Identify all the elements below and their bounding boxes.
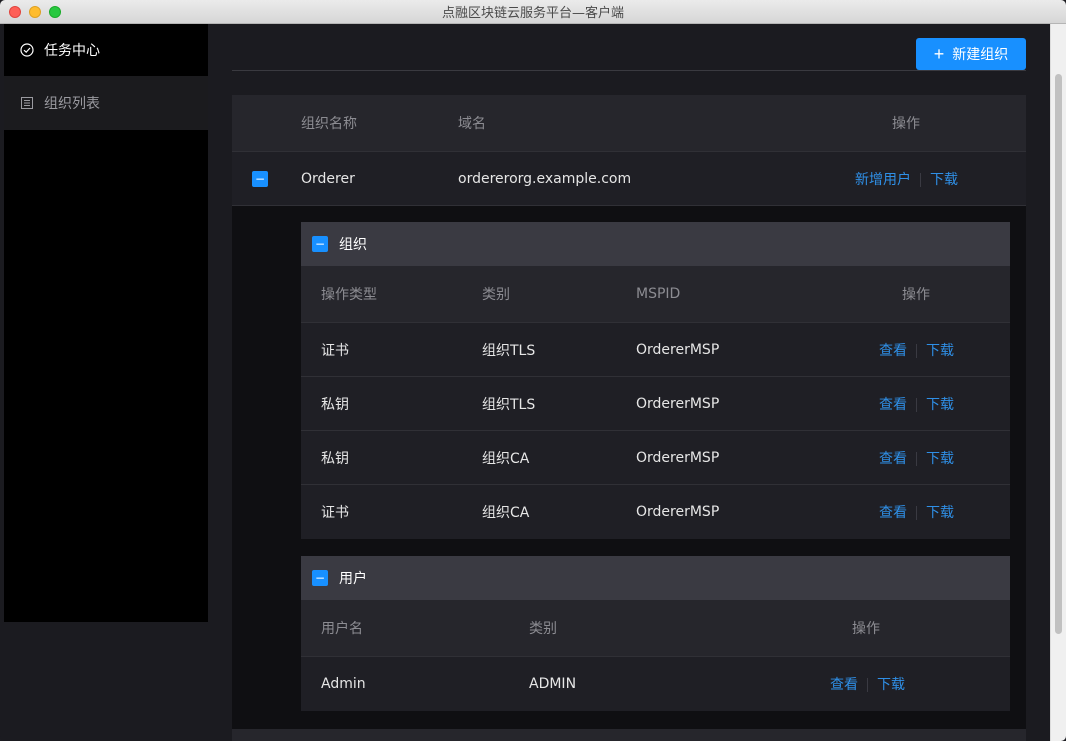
divider	[920, 172, 921, 187]
window-title: 点融区块链云服务平台—客户端	[441, 6, 624, 21]
category: 组织CA	[482, 505, 530, 521]
column-header: MSPID	[636, 286, 681, 302]
expanded-row: − 组织 操作类型 类别 MSPID 操作 证书 组织TLS OrdererMS…	[232, 206, 1026, 741]
sidebar-item-org-list[interactable]: 组织列表	[4, 76, 208, 130]
category: 组织TLS	[482, 342, 536, 359]
scrollbar[interactable]	[1050, 24, 1066, 741]
download-link[interactable]: 下载	[926, 343, 954, 359]
window-controls	[9, 6, 61, 18]
category: 组织TLS	[482, 396, 536, 413]
column-header: 类别	[482, 287, 510, 303]
divider	[916, 343, 917, 358]
table-row: − Orderer ordererorg.example.com 新增用户 下载	[232, 152, 1026, 206]
mspid: OrdererMSP	[636, 341, 720, 358]
sidebar: 任务中心 组织列表	[4, 24, 208, 622]
mspid: OrdererMSP	[636, 504, 720, 520]
user-section-header: − 用户	[301, 556, 1010, 600]
org-section-columns: 操作类型 类别 MSPID 操作	[301, 266, 1010, 323]
section-title: 用户	[339, 571, 367, 587]
column-header: 组织名称	[301, 116, 357, 132]
list-icon	[20, 96, 34, 110]
download-link[interactable]: 下载	[926, 397, 954, 413]
column-header: 域名	[458, 116, 486, 132]
user-section-columns: 用户名 类别 操作	[301, 600, 1010, 657]
new-org-button-label: 新建组织	[952, 46, 1009, 62]
check-circle-icon	[20, 43, 34, 57]
user-section-table: − 用户 用户名 类别 操作 Admin ADMIN 查看 下载	[301, 556, 1010, 711]
section-title: 组织	[339, 237, 367, 253]
org-table-header: 组织名称 域名 操作	[232, 95, 1026, 152]
view-link[interactable]: 查看	[879, 451, 907, 467]
minimize-window-button[interactable]	[29, 6, 41, 18]
divider	[916, 506, 917, 520]
download-link[interactable]: 下载	[930, 172, 958, 188]
divider	[232, 70, 1026, 71]
category: 组织CA	[482, 450, 530, 467]
op-type: 证书	[321, 342, 349, 359]
download-link[interactable]: 下载	[926, 451, 954, 467]
scrollbar-thumb[interactable]	[1055, 74, 1062, 634]
divider	[867, 678, 868, 692]
org-section-header: − 组织	[301, 222, 1010, 266]
column-header: 操作类型	[321, 287, 377, 303]
mspid: OrdererMSP	[636, 395, 720, 412]
table-row: Admin ADMIN 查看 下载	[301, 657, 1010, 711]
download-link[interactable]: 下载	[877, 677, 905, 693]
collapse-section-button[interactable]: −	[312, 570, 328, 586]
add-user-link[interactable]: 新增用户	[855, 172, 911, 188]
table-row: 私钥 组织TLS OrdererMSP 查看 下载	[301, 377, 1010, 431]
op-type: 私钥	[321, 450, 349, 467]
sidebar-item-task-center[interactable]: 任务中心	[4, 24, 208, 76]
column-header: 类别	[529, 621, 557, 637]
sidebar-item-label: 任务中心	[44, 43, 100, 59]
column-header: 操作	[892, 116, 920, 132]
column-header: 操作	[852, 621, 880, 637]
column-header: 用户名	[321, 621, 363, 637]
app-window: 点融区块链云服务平台—客户端 任务中心 组织列表 + 新建组织 组织名称 域名	[0, 0, 1066, 741]
table-row: 证书 组织TLS OrdererMSP 查看 下载	[301, 323, 1010, 377]
category: ADMIN	[529, 676, 577, 692]
view-link[interactable]: 查看	[879, 397, 907, 413]
username: Admin	[321, 676, 366, 692]
org-domain: ordererorg.example.com	[458, 170, 632, 187]
op-type: 证书	[321, 505, 349, 521]
title-bar: 点融区块链云服务平台—客户端	[0, 0, 1066, 24]
plus-icon: +	[933, 44, 945, 64]
mspid: OrdererMSP	[636, 449, 720, 466]
org-table: 组织名称 域名 操作 − Orderer ordererorg.example.…	[232, 95, 1026, 741]
close-window-button[interactable]	[9, 6, 21, 18]
table-row: 私钥 组织CA OrdererMSP 查看 下载	[301, 431, 1010, 485]
main-content: + 新建组织 组织名称 域名 操作 − Orderer ordererorg.e…	[208, 24, 1050, 741]
view-link[interactable]: 查看	[830, 677, 858, 693]
new-org-button[interactable]: + 新建组织	[916, 38, 1026, 70]
sidebar-item-label: 组织列表	[44, 96, 100, 112]
maximize-window-button[interactable]	[49, 6, 61, 18]
op-type: 私钥	[321, 396, 349, 413]
table-row: 证书 组织CA OrdererMSP 查看 下载	[301, 485, 1010, 539]
column-header: 操作	[902, 287, 930, 303]
view-link[interactable]: 查看	[879, 505, 907, 521]
divider	[916, 451, 917, 466]
org-name: Orderer	[301, 170, 355, 187]
org-section-table: − 组织 操作类型 类别 MSPID 操作 证书 组织TLS OrdererMS…	[301, 222, 1010, 539]
divider	[916, 397, 917, 412]
view-link[interactable]: 查看	[879, 343, 907, 359]
next-row-peek	[232, 729, 1026, 741]
collapse-row-button[interactable]: −	[252, 170, 268, 187]
collapse-section-button[interactable]: −	[312, 236, 328, 252]
download-link[interactable]: 下载	[926, 505, 954, 521]
